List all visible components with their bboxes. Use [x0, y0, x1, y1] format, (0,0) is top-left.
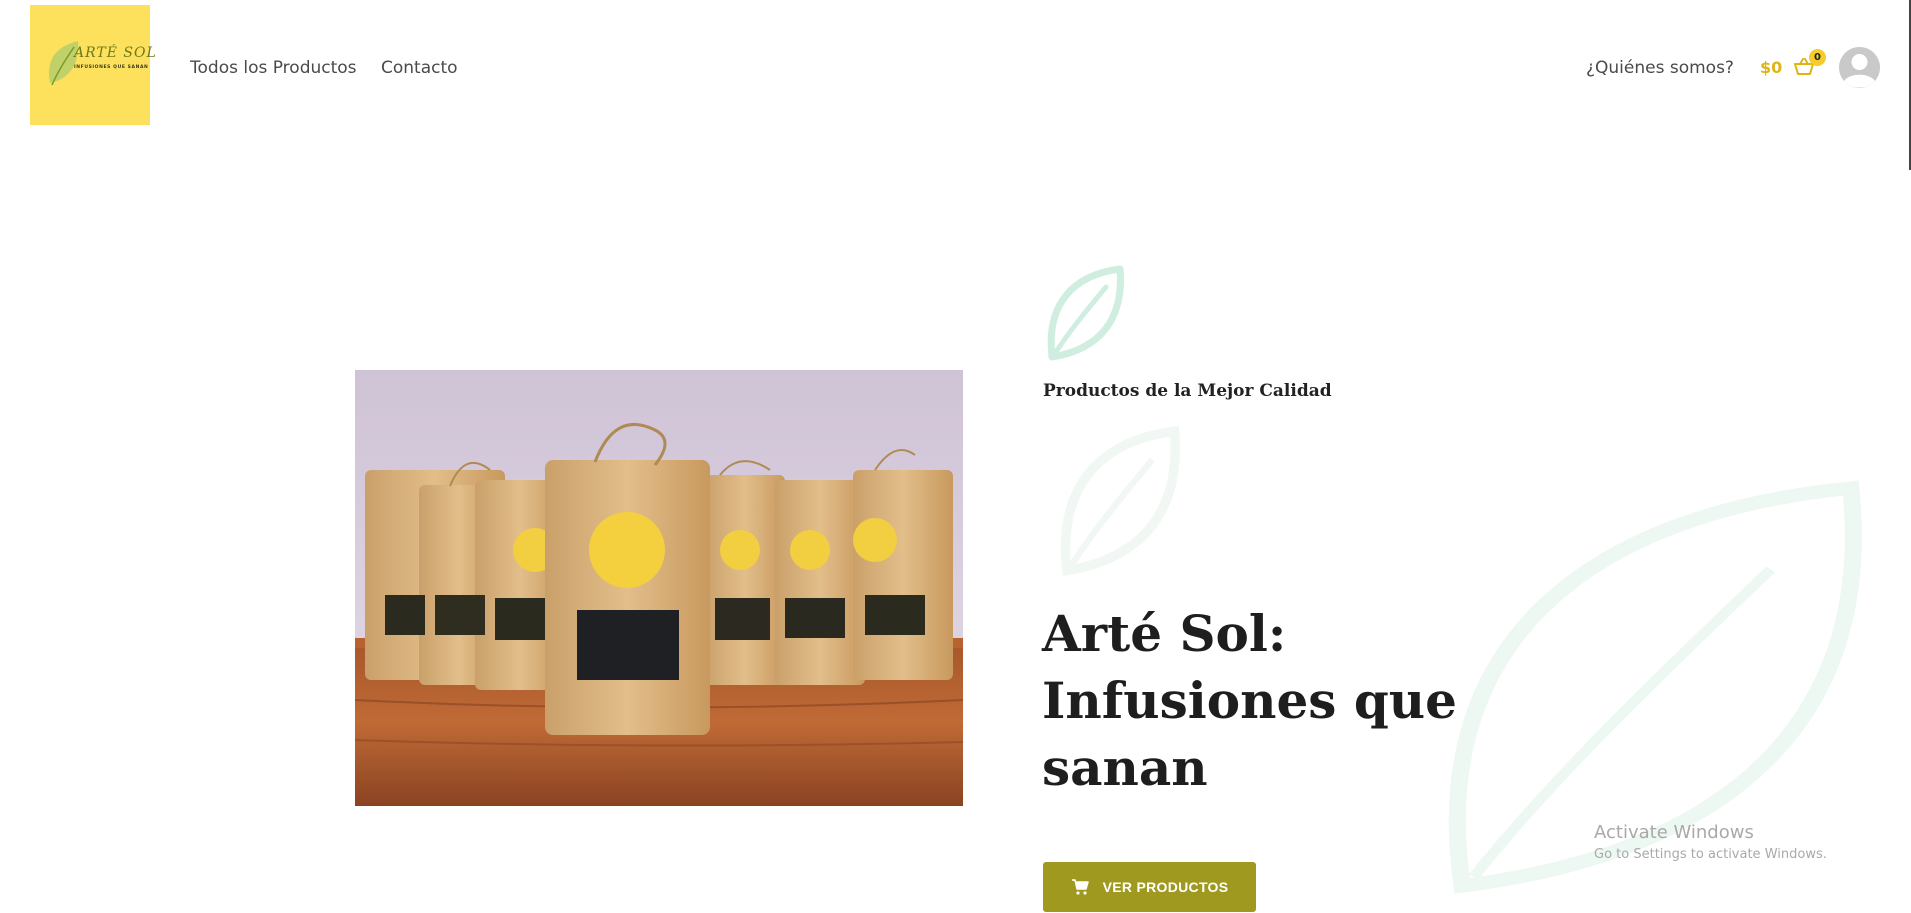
ver-productos-label: VER PRODUCTOS — [1102, 879, 1229, 895]
hero-title: Arté Sol: Infusiones que sanan — [1042, 604, 1457, 797]
nav-link-contacto[interactable]: Contacto — [381, 58, 458, 78]
nav-link-quienes-somos[interactable]: ¿Quiénes somos? — [1586, 58, 1734, 78]
watermark-line-2: Go to Settings to activate Windows. — [1594, 847, 1827, 862]
cart-amount[interactable]: $0 — [1760, 58, 1782, 77]
ver-productos-button[interactable]: VER PRODUCTOS — [1043, 862, 1256, 912]
hero-subtitle: Productos de la Mejor Calidad — [1043, 381, 1332, 401]
leaf-icon — [1047, 265, 1124, 361]
watermark-line-1: Activate Windows — [1594, 822, 1754, 843]
leaf-watermark-icon — [1060, 426, 1180, 576]
user-avatar-icon[interactable] — [1839, 47, 1880, 88]
site-logo[interactable]: ARTÉ SOL INFUSIONES QUE SANAN — [30, 5, 156, 125]
user-silhouette — [1839, 47, 1880, 88]
logo-title: ARTÉ SOL — [74, 45, 157, 61]
windows-activation-watermark: Activate Windows Go to Settings to activ… — [1594, 822, 1827, 862]
hero-product-photo — [355, 370, 963, 806]
logo-mark: ARTÉ SOL INFUSIONES QUE SANAN — [40, 35, 156, 95]
shopping-cart-icon — [1071, 879, 1089, 895]
cart-count-badge: 0 — [1809, 49, 1826, 66]
nav-link-todos-los-productos[interactable]: Todos los Productos — [190, 58, 357, 78]
logo-tagline: INFUSIONES QUE SANAN — [74, 65, 149, 70]
